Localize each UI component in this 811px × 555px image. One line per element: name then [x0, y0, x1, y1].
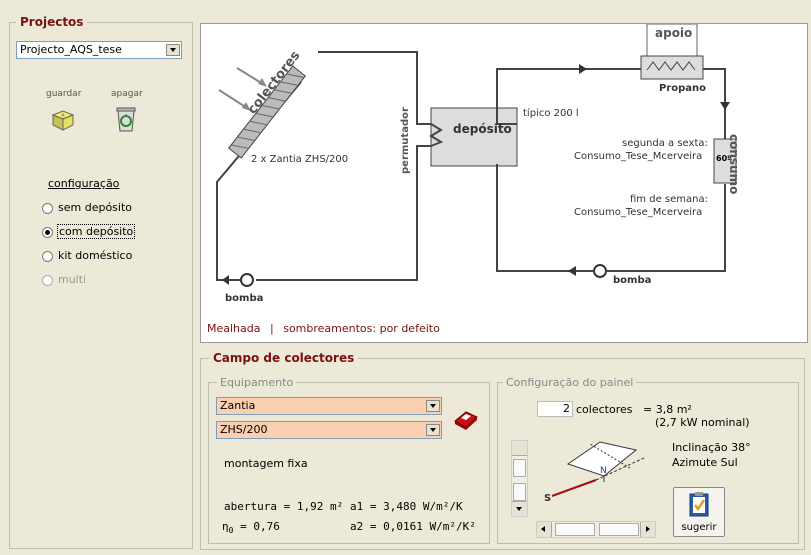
pump-right-label: bomba	[613, 275, 652, 286]
scroll-down-button[interactable]	[512, 501, 527, 516]
catalog-icon	[454, 411, 478, 430]
option-multi: multi	[58, 273, 87, 286]
radio-kit-domestico[interactable]	[42, 251, 53, 262]
model-select[interactable]: ZHS/200	[216, 421, 442, 439]
sun-ray-icon	[218, 89, 248, 109]
azimuth-value: Azimute Sul	[672, 456, 738, 469]
recycle-bin-icon	[116, 107, 136, 132]
system-diagram: colectores 2 x Zantia ZHS/200 permutador…	[200, 23, 808, 343]
collector-count-label: colectores	[576, 403, 633, 416]
projects-panel	[9, 22, 193, 549]
scroll-h-thumb[interactable]	[555, 523, 595, 536]
radio-com-deposito[interactable]	[42, 227, 53, 238]
flow-arrow-icon	[579, 64, 587, 74]
pump-left-label: bomba	[225, 293, 264, 304]
weekday-label: segunda a sexta:	[622, 138, 708, 149]
project-select[interactable]: Projecto_AQS_tese	[16, 41, 182, 59]
delete-button[interactable]	[113, 105, 139, 133]
catalog-button[interactable]	[452, 405, 480, 431]
aperture-value: abertura = 1,92 m²	[224, 500, 344, 513]
collector-area: = 3,8 m²	[643, 403, 692, 416]
suggest-button[interactable]: sugerir	[673, 487, 725, 537]
exchanger-label: permutador	[400, 107, 411, 174]
panel-orientation-diagram: N S	[530, 434, 670, 514]
chevron-down-icon[interactable]	[166, 44, 180, 56]
radio-multi	[42, 275, 53, 286]
chevron-down-icon[interactable]	[426, 424, 440, 436]
scroll-thumb-2[interactable]	[513, 483, 526, 501]
diagram-footer: Mealhada | sombreamentos: por defeito	[207, 322, 440, 335]
pump-right-icon	[593, 264, 607, 278]
azimuth-scrollbar[interactable]	[536, 521, 656, 538]
suggest-label: sugerir	[681, 522, 717, 533]
eta0-value: η0 = 0,76	[222, 520, 280, 536]
flow-arrow-icon	[568, 266, 576, 276]
option-com-deposito[interactable]: com depósito	[57, 224, 136, 239]
mounting-label: montagem fixa	[224, 457, 308, 470]
collectors-model: 2 x Zantia ZHS/200	[251, 154, 349, 165]
scroll-h-thumb-2[interactable]	[599, 523, 639, 536]
scroll-up-button[interactable]	[512, 441, 527, 456]
flow-arrow-icon	[222, 275, 229, 285]
option-sem-deposito[interactable]: sem depósito	[58, 201, 132, 214]
flow-arrow-icon	[720, 102, 730, 110]
location-link[interactable]: Mealhada	[207, 322, 261, 335]
project-select-value: Projecto_AQS_tese	[20, 43, 122, 56]
collector-nominal: (2,7 kW nominal)	[655, 416, 750, 429]
scroll-left-button[interactable]	[537, 522, 552, 537]
south-label: S	[544, 493, 552, 504]
north-label: N	[600, 466, 607, 476]
backup-fuel: Propano	[659, 83, 707, 94]
a2-value: a2 = 0,0161 W/m²/K²	[350, 520, 476, 533]
manufacturer-select[interactable]: Zantia	[216, 397, 442, 415]
backup-label: apoio	[655, 26, 693, 40]
tank-volume: típico 200 l	[523, 108, 579, 119]
a1-value: a1 = 3,480 W/m²/K	[350, 500, 463, 513]
weekend-label: fim de semana:	[630, 194, 708, 205]
chevron-down-icon[interactable]	[426, 400, 440, 412]
south-line	[551, 479, 597, 497]
scroll-right-button[interactable]	[640, 522, 655, 537]
eta0-text: = 0,76	[240, 520, 280, 533]
save-icon	[51, 110, 75, 131]
tilt-scrollbar[interactable]	[511, 440, 528, 517]
delete-label: apagar	[111, 89, 143, 99]
configuration-title: configuração	[48, 177, 120, 190]
scroll-thumb[interactable]	[513, 459, 526, 477]
manufacturer-value: Zantia	[220, 399, 256, 412]
weekday-profile: Consumo_Tese_Mcerveira	[574, 151, 703, 162]
collector-count-input[interactable]: 2	[537, 401, 573, 417]
option-kit-domestico[interactable]: kit doméstico	[58, 249, 132, 262]
chevron-right-icon	[646, 526, 650, 532]
sun-ray-icon	[236, 67, 264, 85]
tilt-value: Inclinação 38°	[672, 441, 751, 454]
tank-box	[430, 107, 518, 167]
weekend-profile: Consumo_Tese_Mcerveira	[574, 207, 703, 218]
clipboard-check-icon	[689, 492, 709, 517]
shading-link[interactable]: sombreamentos: por defeito	[283, 322, 440, 335]
collector-count-value: 2	[563, 402, 570, 415]
projects-legend: Projectos	[16, 15, 88, 29]
save-label: guardar	[46, 89, 82, 99]
consumption-label: consumo	[727, 134, 741, 195]
chevron-left-icon	[541, 526, 545, 532]
footer-separator: |	[270, 322, 274, 335]
collector-field-legend: Campo de colectores	[209, 351, 359, 365]
save-button[interactable]	[50, 107, 76, 133]
equipment-legend: Equipamento	[217, 376, 297, 389]
left-loop-pipe	[318, 51, 431, 125]
chevron-down-icon	[516, 507, 522, 511]
tank-label: depósito	[453, 122, 512, 136]
panel-config-legend: Configuração do painel	[503, 376, 637, 389]
radio-sem-deposito[interactable]	[42, 203, 53, 214]
pump-left-icon	[240, 273, 254, 287]
model-value: ZHS/200	[220, 423, 268, 436]
